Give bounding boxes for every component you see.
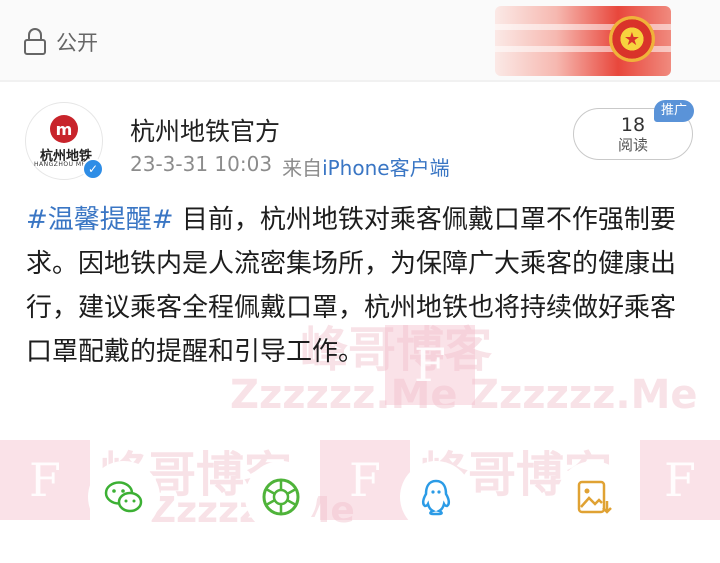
qq-icon — [421, 479, 451, 516]
save-image-icon — [577, 480, 612, 514]
post-body: #温馨提醒# 目前，杭州地铁对乘客佩戴口罩不作强制要求。因地铁内是人流密集场所，… — [26, 198, 698, 374]
post-source: 来自iPhone客户端 — [282, 156, 450, 180]
verified-badge-icon: ✓ — [82, 158, 104, 180]
watermark-logo: F — [320, 440, 410, 520]
visibility-setting[interactable]: 公开 — [24, 26, 98, 58]
wechat-icon — [104, 481, 143, 513]
watermark-logo: F — [640, 440, 720, 520]
metro-logo-icon: m — [50, 115, 78, 143]
lock-icon — [24, 28, 46, 56]
promote-badge[interactable]: 推广 — [654, 100, 694, 122]
post-timestamp: 23-3-31 10:03 — [130, 152, 273, 176]
account-name[interactable]: 杭州地铁官方 — [130, 112, 280, 148]
decorative-banner: ★ — [495, 6, 671, 76]
share-moments-button[interactable] — [245, 461, 317, 533]
watermark-logo: F — [0, 440, 90, 520]
post-meta: 23-3-31 10:03 来自iPhone客户端 — [130, 152, 450, 181]
save-image-button[interactable] — [557, 461, 629, 533]
share-qq-button[interactable] — [400, 461, 472, 533]
star-emblem-icon: ★ — [609, 16, 655, 62]
share-wechat-button[interactable] — [88, 461, 160, 533]
visibility-label: 公开 — [56, 31, 98, 55]
reads-label: 阅读 — [617, 136, 648, 154]
source-client: iPhone客户端 — [322, 156, 450, 180]
moments-icon — [262, 478, 300, 516]
hashtag-link[interactable]: #温馨提醒# — [26, 205, 174, 235]
visibility-bar: 公开 ★ — [0, 0, 720, 80]
